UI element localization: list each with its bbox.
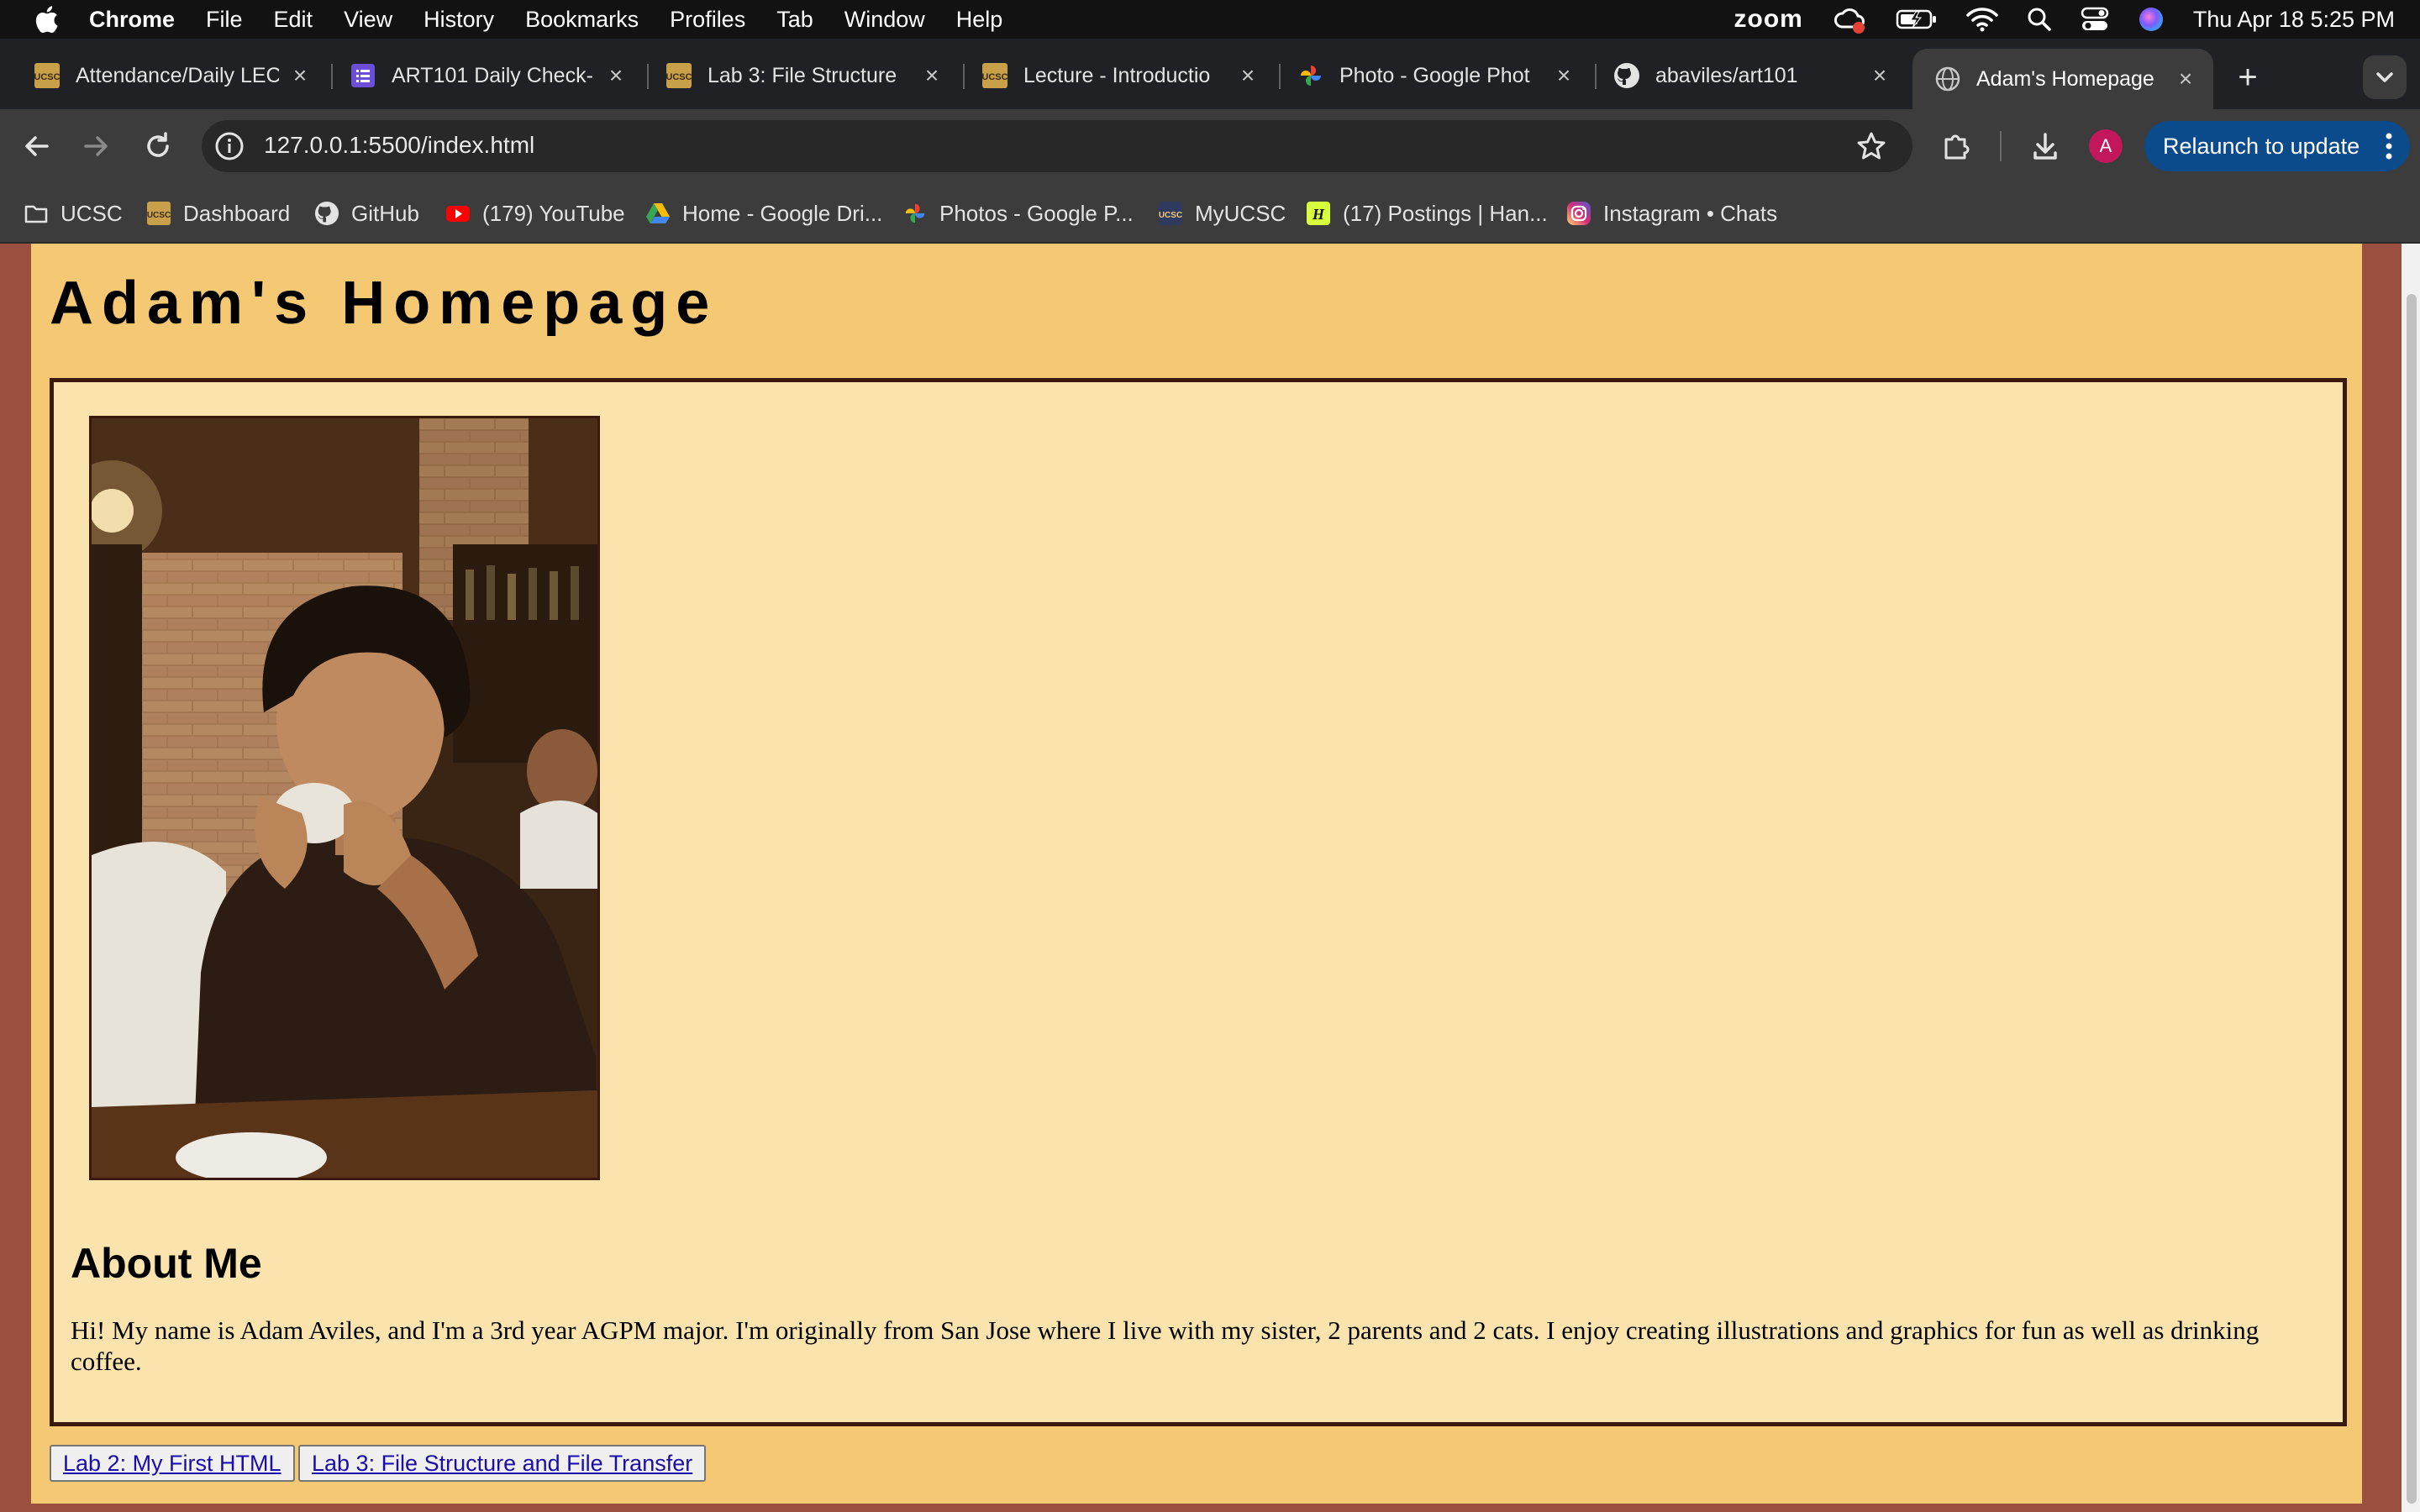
macos-menu-bar: Chrome File Edit View History Bookmarks …: [0, 0, 2420, 39]
ucsc-icon: UCSC: [1159, 202, 1182, 225]
svg-text:H: H: [1312, 206, 1325, 223]
spotlight-search-icon[interactable]: [2027, 7, 2052, 32]
bookmark-myucsc[interactable]: UCSC MyUCSC: [1158, 198, 1286, 228]
battery-icon[interactable]: [1896, 8, 1938, 30]
bookmark-github[interactable]: GitHub: [314, 198, 419, 228]
ucsc-canvas-icon: UCSC: [666, 63, 692, 88]
ucsc-canvas-icon: UCSC: [147, 202, 171, 225]
globe-icon: [1935, 66, 1960, 92]
about-me-paragraph: Hi! My name is Adam Aviles, and I'm a 3r…: [71, 1315, 2260, 1376]
page-viewport[interactable]: Adam's Homepage About Me Hi! My name is …: [0, 244, 2420, 1512]
menu-file[interactable]: File: [206, 7, 243, 33]
forward-icon[interactable]: [77, 128, 114, 165]
google-drive-icon: [646, 203, 670, 223]
form-list-icon: [351, 64, 375, 87]
youtube-icon: [446, 206, 470, 222]
close-tab-icon[interactable]: ×: [919, 63, 944, 88]
apple-icon[interactable]: [34, 5, 59, 34]
github-icon: [1614, 63, 1639, 88]
handshake-icon: H: [1307, 202, 1330, 225]
more-options-icon[interactable]: [2385, 131, 2393, 161]
lab3-link-button[interactable]: Lab 3: File Structure and File Transfer: [298, 1445, 707, 1482]
close-tab-icon[interactable]: ×: [1551, 63, 1576, 88]
close-tab-icon[interactable]: ×: [2173, 66, 2198, 92]
ucsc-canvas-icon: UCSC: [34, 63, 60, 88]
tab-attendance[interactable]: UCSC Attendance/Daily LEC ×: [12, 52, 328, 99]
profile-photo-image: [92, 418, 597, 1178]
tab-lecture[interactable]: UCSC Lecture - Introductio ×: [960, 52, 1276, 99]
svg-text:UCSC: UCSC: [981, 72, 1007, 82]
tab-strip: UCSC Attendance/Daily LEC × ART101 Daily…: [0, 39, 2420, 109]
browser-toolbar: 127.0.0.1:5500/index.html A Relaunch to …: [0, 109, 2420, 183]
tab-github-repo[interactable]: abaviles/art101 ×: [1591, 52, 1907, 99]
folder-icon: [24, 205, 48, 223]
menu-history[interactable]: History: [424, 7, 494, 33]
menu-tab[interactable]: Tab: [776, 7, 813, 33]
extensions-icon[interactable]: [1938, 128, 1975, 165]
svg-text:UCSC: UCSC: [34, 72, 60, 82]
close-tab-icon[interactable]: ×: [1235, 63, 1260, 88]
menu-bookmarks[interactable]: Bookmarks: [525, 7, 639, 33]
tab-google-photo[interactable]: Photo - Google Phot ×: [1276, 52, 1591, 99]
menu-window[interactable]: Window: [844, 7, 925, 33]
relaunch-label: Relaunch to update: [2163, 133, 2360, 159]
new-tab-button[interactable]: +: [2232, 60, 2264, 94]
close-tab-icon[interactable]: ×: [603, 63, 629, 88]
menu-help[interactable]: Help: [956, 7, 1003, 33]
content-box: About Me Hi! My name is Adam Aviles, and…: [50, 378, 2347, 1426]
svg-text:UCSC: UCSC: [1159, 211, 1182, 220]
download-icon[interactable]: [2027, 128, 2064, 165]
menu-edit[interactable]: Edit: [274, 7, 313, 33]
google-photos-icon: [905, 203, 925, 223]
url-text[interactable]: 127.0.0.1:5500/index.html: [264, 132, 534, 159]
relaunch-to-update-button[interactable]: Relaunch to update: [2144, 121, 2410, 171]
instagram-icon: [1567, 202, 1591, 225]
ucsc-canvas-icon: UCSC: [981, 63, 1008, 88]
menu-profiles[interactable]: Profiles: [670, 7, 745, 33]
bookmark-youtube[interactable]: (179) YouTube: [445, 198, 625, 228]
profile-avatar[interactable]: A: [2089, 129, 2123, 163]
page-container: Adam's Homepage About Me Hi! My name is …: [31, 244, 2362, 1504]
tab-lab3[interactable]: UCSC Lab 3: File Structure ×: [644, 52, 960, 99]
zoom-status-label[interactable]: zoom: [1734, 5, 1803, 34]
about-me-heading: About Me: [71, 1240, 262, 1287]
wifi-icon[interactable]: [1966, 7, 1998, 32]
bookmarks-bar: UCSC UCSC Dashboard GitHub (179) YouTube…: [0, 183, 2420, 244]
bookmark-dashboard[interactable]: UCSC Dashboard: [146, 198, 290, 228]
menu-app-chrome[interactable]: Chrome: [89, 7, 175, 33]
tab-adams-homepage[interactable]: Adam's Homepage ×: [1912, 49, 2213, 109]
menu-view[interactable]: View: [344, 7, 392, 33]
close-tab-icon[interactable]: ×: [287, 63, 313, 88]
back-icon[interactable]: [18, 128, 55, 165]
bookmark-google-photos[interactable]: Photos - Google P...: [902, 198, 1134, 228]
page-title: Adam's Homepage: [50, 270, 718, 337]
bookmark-google-drive[interactable]: Home - Google Dri...: [645, 198, 882, 228]
reload-icon[interactable]: [139, 128, 176, 165]
toolbar-divider: [2000, 131, 2002, 161]
tab-art101-check[interactable]: ART101 Daily Check- ×: [328, 52, 644, 99]
bookmark-star-icon[interactable]: [1855, 130, 1887, 162]
svg-text:UCSC: UCSC: [147, 211, 171, 220]
github-icon: [314, 201, 339, 226]
close-tab-icon[interactable]: ×: [1867, 63, 1892, 88]
svg-text:UCSC: UCSC: [666, 72, 692, 82]
tab-search-button[interactable]: [2363, 55, 2407, 99]
chevron-down-icon: [2376, 72, 2393, 82]
bookmark-ucsc-folder[interactable]: UCSC: [24, 198, 123, 228]
lab2-link-button[interactable]: Lab 2: My First HTML: [50, 1445, 295, 1482]
bookmark-instagram[interactable]: Instagram • Chats: [1566, 198, 1777, 228]
google-photos-icon: [1301, 66, 1321, 86]
vertical-scrollbar-thumb[interactable]: [2407, 294, 2417, 1504]
control-center-icon[interactable]: [2081, 7, 2109, 32]
siri-icon[interactable]: [2138, 6, 2165, 33]
profile-photo: [89, 416, 600, 1180]
bookmark-handshake[interactable]: H (17) Postings | Han...: [1306, 198, 1548, 228]
address-bar[interactable]: 127.0.0.1:5500/index.html: [202, 120, 1912, 172]
menubar-clock[interactable]: Thu Apr 18 5:25 PM: [2193, 7, 2395, 33]
site-info-icon[interactable]: [213, 130, 245, 162]
creative-cloud-icon[interactable]: [1832, 5, 1867, 34]
